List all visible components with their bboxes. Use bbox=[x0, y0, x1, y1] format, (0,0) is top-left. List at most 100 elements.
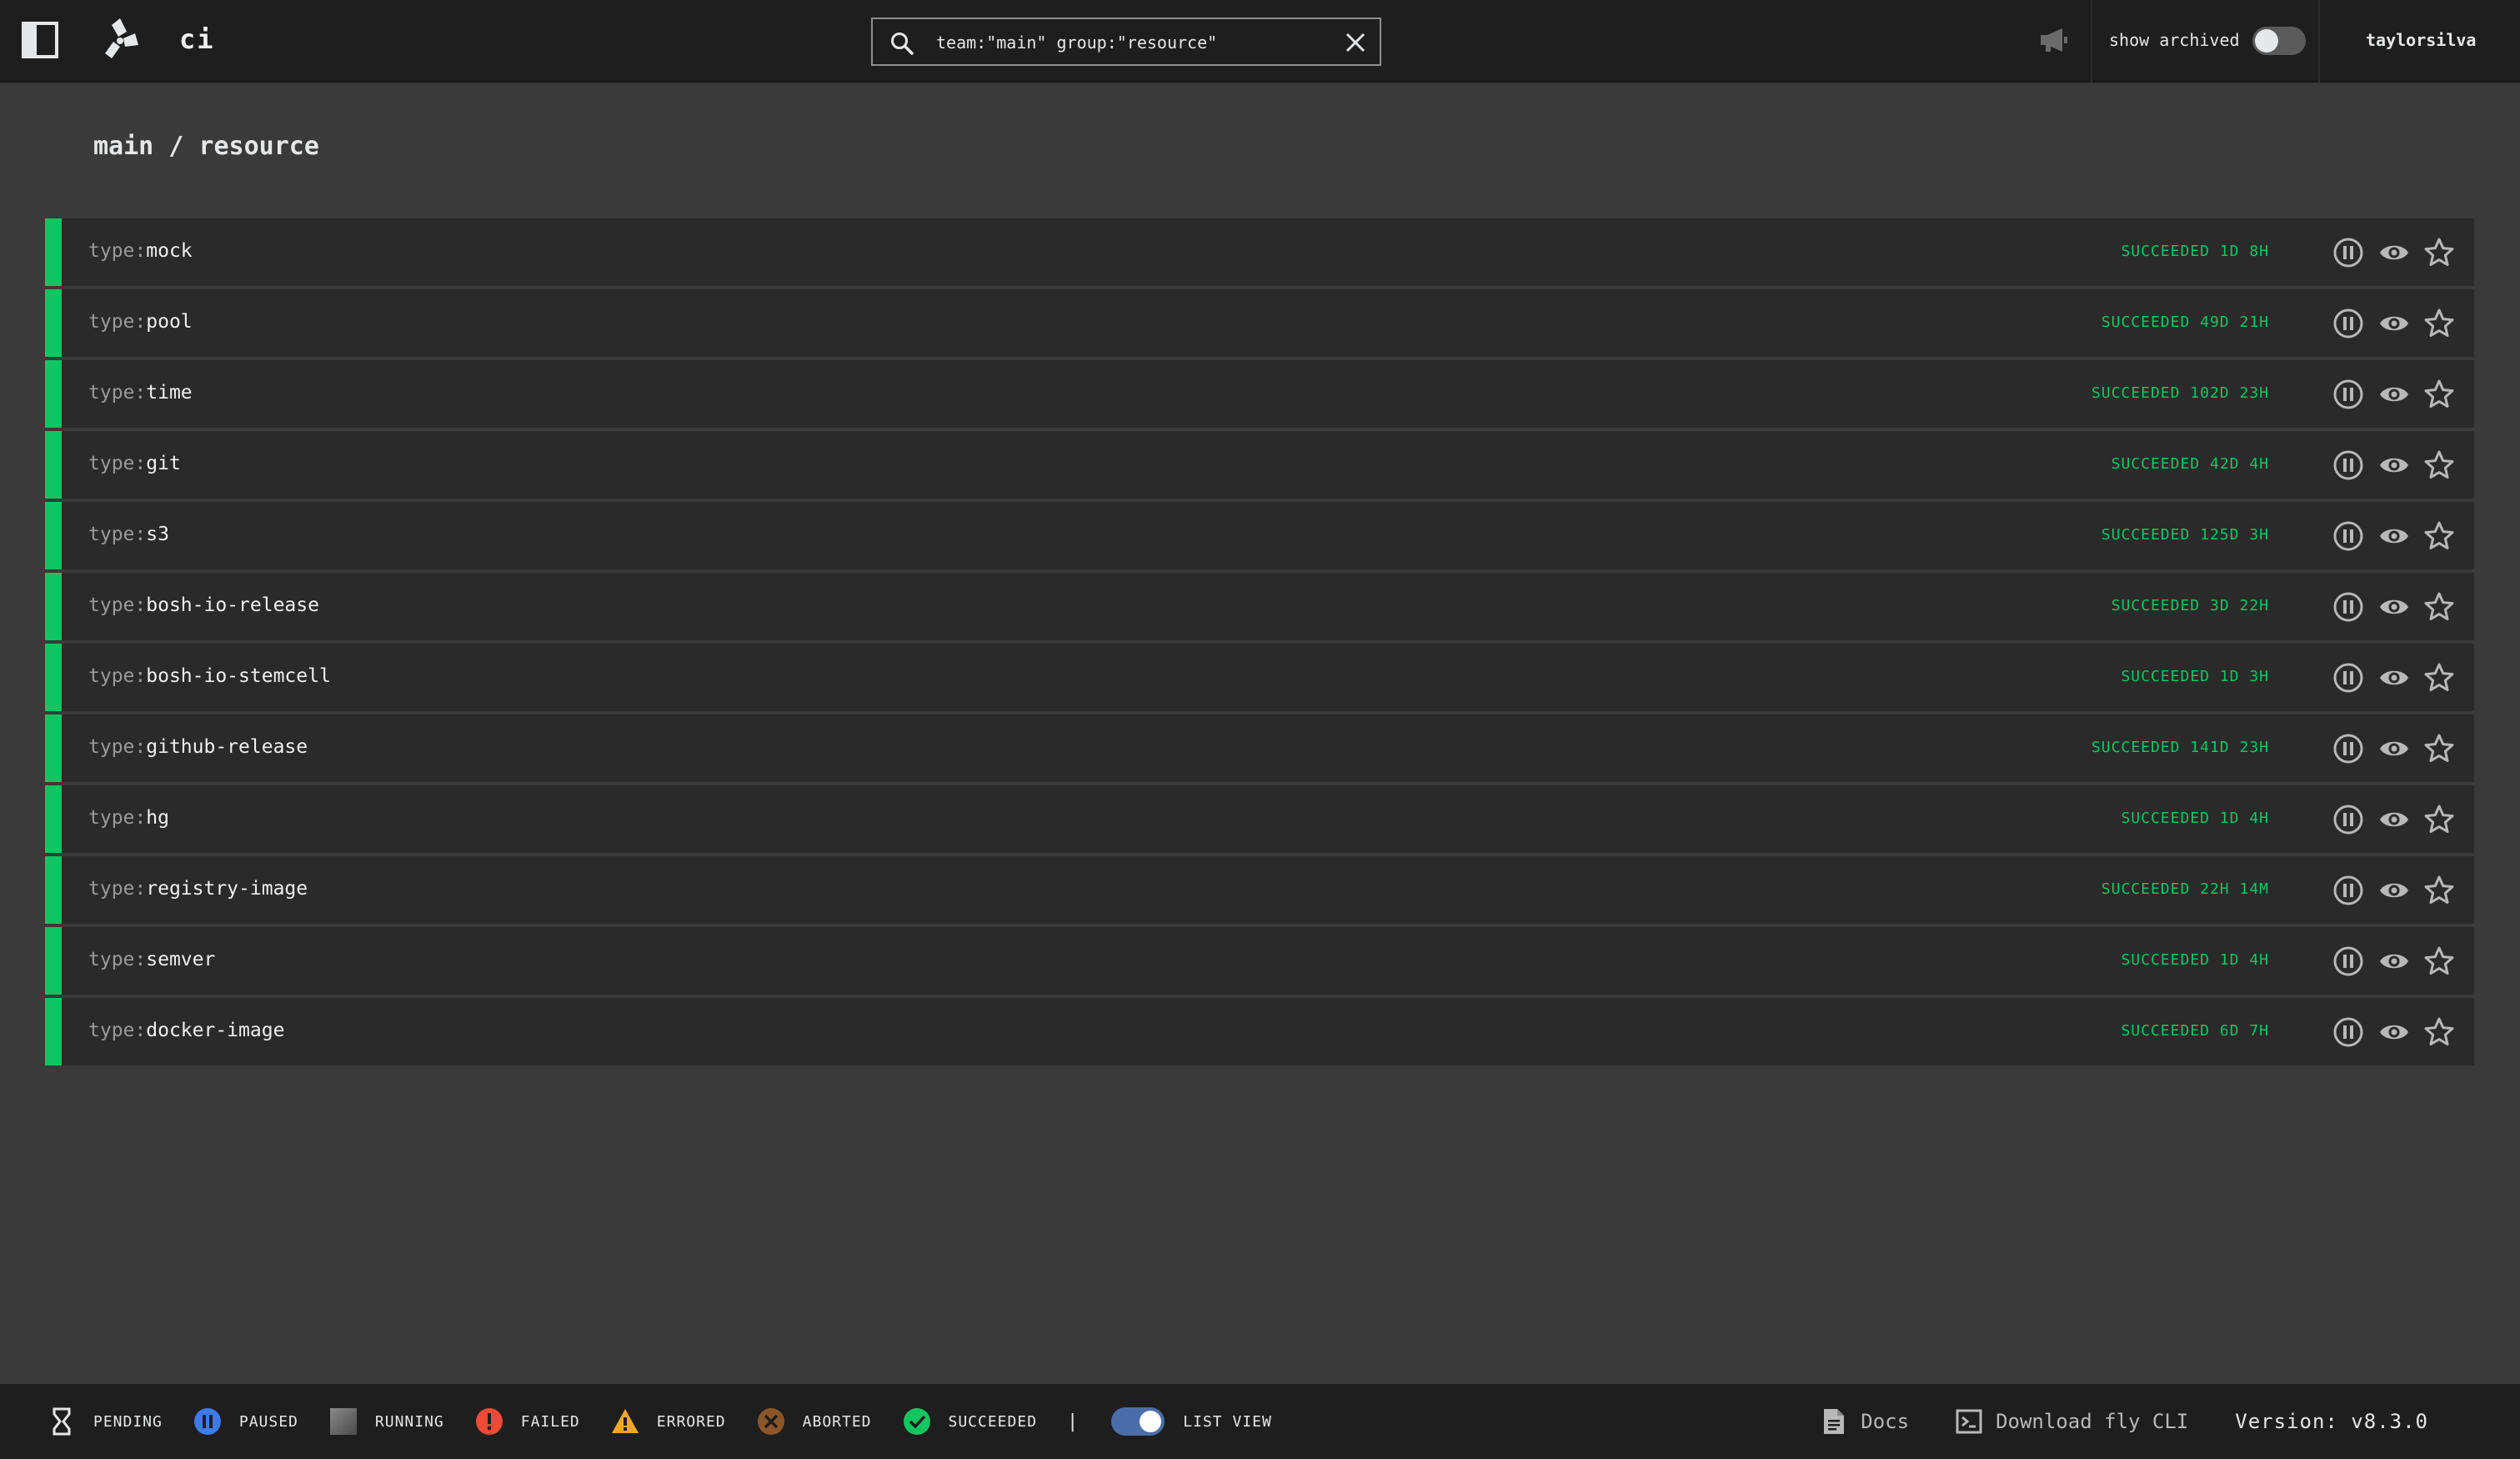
pause-icon[interactable] bbox=[2332, 591, 2364, 623]
download-cli-link[interactable]: Download fly CLI bbox=[1956, 1407, 2188, 1436]
eye-icon[interactable] bbox=[2378, 520, 2410, 552]
toggle-knob bbox=[2255, 29, 2278, 53]
type-key: type: bbox=[88, 807, 147, 829]
pipeline-row[interactable]: type:time SUCCEEDED 102D 23H bbox=[45, 360, 2474, 428]
eye-icon[interactable] bbox=[2378, 1016, 2410, 1048]
star-icon[interactable] bbox=[2423, 1016, 2455, 1048]
pipeline-name[interactable]: type:bosh-io-stemcell bbox=[88, 665, 331, 687]
pipeline-row[interactable]: type:pool SUCCEEDED 49D 21H bbox=[45, 289, 2474, 357]
star-icon[interactable] bbox=[2423, 237, 2455, 268]
footer-links: Docs Download fly CLI Version: v8.3.0 bbox=[1821, 1384, 2520, 1459]
pipeline-name[interactable]: type:pool bbox=[88, 311, 193, 333]
pipeline-name[interactable]: type:github-release bbox=[88, 736, 308, 758]
pipeline-name[interactable]: type:hg bbox=[88, 807, 169, 829]
legend-running: RUNNING bbox=[328, 1406, 444, 1436]
build-status: SUCCEEDED 1D 3H bbox=[2121, 668, 2269, 685]
app-title: ci bbox=[179, 23, 215, 55]
eye-icon[interactable] bbox=[2378, 237, 2410, 268]
star-icon[interactable] bbox=[2423, 379, 2455, 410]
pause-icon[interactable] bbox=[2332, 875, 2364, 906]
aborted-icon bbox=[757, 1408, 784, 1435]
pause-icon[interactable] bbox=[2332, 804, 2364, 835]
eye-icon[interactable] bbox=[2378, 804, 2410, 835]
legend-running-label: RUNNING bbox=[374, 1412, 444, 1431]
star-icon[interactable] bbox=[2423, 662, 2455, 694]
eye-icon[interactable] bbox=[2378, 875, 2410, 906]
eye-icon[interactable] bbox=[2378, 308, 2410, 339]
build-status: SUCCEEDED 102D 23H bbox=[2091, 384, 2269, 402]
pipeline-list: type:mock SUCCEEDED 1D 8H type:pool SUCC… bbox=[45, 218, 2474, 1069]
pipeline-name[interactable]: type:s3 bbox=[88, 524, 169, 545]
type-key: type: bbox=[88, 311, 147, 333]
star-icon[interactable] bbox=[2423, 945, 2455, 977]
star-icon[interactable] bbox=[2423, 449, 2455, 481]
pipeline-row[interactable]: type:semver SUCCEEDED 1D 4H bbox=[45, 927, 2474, 995]
star-icon[interactable] bbox=[2423, 875, 2455, 906]
eye-icon[interactable] bbox=[2378, 449, 2410, 481]
pipeline-row[interactable]: type:git SUCCEEDED 42D 4H bbox=[45, 431, 2474, 499]
pause-icon[interactable] bbox=[2332, 237, 2364, 268]
eye-icon[interactable] bbox=[2378, 662, 2410, 694]
status-bar bbox=[45, 431, 62, 499]
eye-icon[interactable] bbox=[2378, 591, 2410, 623]
star-icon[interactable] bbox=[2423, 733, 2455, 765]
status-bar bbox=[45, 998, 62, 1065]
status-bar bbox=[45, 502, 62, 569]
terminal-icon bbox=[1956, 1409, 1982, 1434]
status-bar bbox=[45, 289, 62, 357]
build-status: SUCCEEDED 3D 22H bbox=[2111, 597, 2269, 614]
pause-icon[interactable] bbox=[2332, 662, 2364, 694]
pipeline-name[interactable]: type:time bbox=[88, 382, 193, 404]
pipeline-row[interactable]: type:s3 SUCCEEDED 125D 3H bbox=[45, 502, 2474, 569]
legend-errored-label: ERRORED bbox=[656, 1412, 726, 1431]
pipeline-name[interactable]: type:bosh-io-release bbox=[88, 594, 319, 616]
pipeline-name[interactable]: type:docker-image bbox=[88, 1020, 284, 1041]
pause-icon[interactable] bbox=[2332, 1016, 2364, 1048]
legend-aborted-label: ABORTED bbox=[802, 1412, 872, 1431]
pause-icon[interactable] bbox=[2332, 733, 2364, 765]
pipeline-name[interactable]: type:git bbox=[88, 453, 181, 474]
pipeline-row[interactable]: type:registry-image SUCCEEDED 22H 14M bbox=[45, 856, 2474, 924]
show-archived-toggle[interactable] bbox=[2252, 27, 2306, 55]
search-input[interactable] bbox=[936, 28, 1328, 58]
list-view-toggle[interactable] bbox=[1111, 1407, 1165, 1436]
eye-icon[interactable] bbox=[2378, 733, 2410, 765]
star-icon[interactable] bbox=[2423, 520, 2455, 552]
star-icon[interactable] bbox=[2423, 804, 2455, 835]
docs-link[interactable]: Docs bbox=[1821, 1407, 1909, 1436]
pipeline-row[interactable]: type:mock SUCCEEDED 1D 8H bbox=[45, 218, 2474, 286]
star-icon[interactable] bbox=[2423, 591, 2455, 623]
pause-icon[interactable] bbox=[2332, 379, 2364, 410]
running-icon bbox=[329, 1408, 357, 1435]
toggle-knob bbox=[1140, 1411, 1162, 1432]
version-label: Version: v8.3.0 bbox=[2235, 1410, 2428, 1433]
pipeline-row[interactable]: type:bosh-io-stemcell SUCCEEDED 1D 3H bbox=[45, 644, 2474, 711]
check-icon bbox=[903, 1408, 930, 1435]
eye-icon[interactable] bbox=[2378, 945, 2410, 977]
type-key: type: bbox=[88, 594, 147, 616]
concourse-logo[interactable] bbox=[93, 13, 147, 67]
pause-icon[interactable] bbox=[2332, 449, 2364, 481]
megaphone-icon[interactable] bbox=[2037, 23, 2071, 57]
pause-icon[interactable] bbox=[2332, 945, 2364, 977]
pipeline-name[interactable]: type:registry-image bbox=[88, 878, 308, 900]
type-key: type: bbox=[88, 382, 147, 404]
paused-icon bbox=[193, 1408, 221, 1435]
close-icon[interactable] bbox=[1345, 32, 1366, 53]
pause-icon[interactable] bbox=[2332, 520, 2364, 552]
eye-icon[interactable] bbox=[2378, 379, 2410, 410]
star-icon[interactable] bbox=[2423, 308, 2455, 339]
pause-icon[interactable] bbox=[2332, 308, 2364, 339]
pipeline-row[interactable]: type:docker-image SUCCEEDED 6D 7H bbox=[45, 998, 2474, 1065]
pipeline-row[interactable]: type:bosh-io-release SUCCEEDED 3D 22H bbox=[45, 573, 2474, 640]
user-menu[interactable]: taylorsilva bbox=[2366, 30, 2476, 50]
pipeline-name[interactable]: type:semver bbox=[88, 949, 215, 970]
legend-failed: FAILED bbox=[474, 1406, 580, 1436]
pipeline-name[interactable]: type:mock bbox=[88, 240, 193, 262]
download-cli-label: Download fly CLI bbox=[1996, 1410, 2189, 1433]
sidebar-toggle-icon[interactable] bbox=[22, 22, 58, 58]
pipeline-row[interactable]: type:github-release SUCCEEDED 141D 23H bbox=[45, 714, 2474, 782]
build-status: SUCCEEDED 125D 3H bbox=[2101, 526, 2269, 544]
pipeline-row[interactable]: type:hg SUCCEEDED 1D 4H bbox=[45, 785, 2474, 853]
hourglass-icon bbox=[53, 1407, 71, 1436]
